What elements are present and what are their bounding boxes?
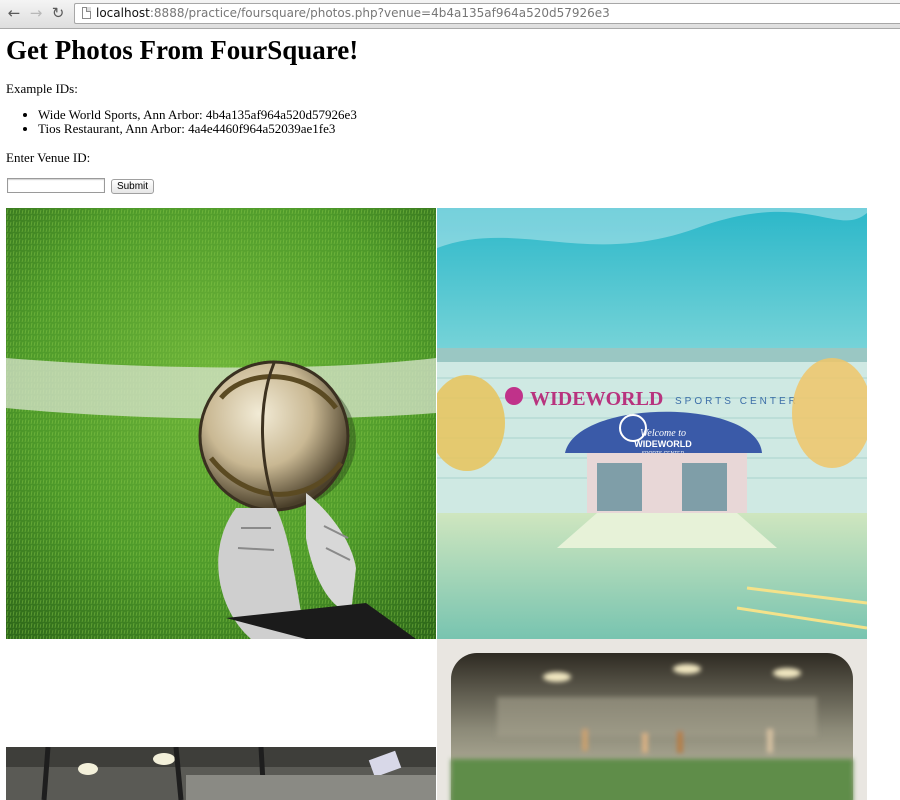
submit-button[interactable]: Submit — [111, 179, 154, 194]
photo-wideworld-building[interactable]: WIDEWORLD SPORTS CENTER Welcome to WIDEW… — [437, 208, 867, 639]
page-icon — [82, 7, 91, 19]
page-content: Get Photos From FourSquare! Example IDs:… — [6, 29, 900, 194]
photo-indoor-field-nets[interactable] — [6, 747, 436, 800]
building-sign-sub: SPORTS CENTER — [675, 396, 799, 407]
list-item: Tios Restaurant, Ann Arbor: 4a4e4460f964… — [38, 122, 357, 136]
example-ids-list: Wide World Sports, Ann Arbor: 4b4a135af9… — [6, 108, 357, 136]
browser-toolbar: ← → ↻ localhost:8888/practice/foursquare… — [0, 0, 900, 29]
forward-arrow-icon[interactable]: → — [28, 5, 44, 21]
venue-id-input[interactable] — [7, 178, 105, 193]
photo-soccer-ball[interactable] — [6, 208, 436, 639]
address-bar[interactable]: localhost:8888/practice/foursquare/photo… — [74, 3, 900, 24]
venue-id-label: Enter Venue ID: — [6, 150, 91, 165]
awning-text-name: WIDEWORLD — [634, 439, 692, 449]
photo-indoor-field-blurred[interactable] — [437, 639, 867, 800]
examples-label: Example IDs: — [6, 81, 78, 96]
reload-icon[interactable]: ↻ — [50, 5, 66, 21]
page-title: Get Photos From FourSquare! — [6, 35, 359, 65]
list-item: Wide World Sports, Ann Arbor: 4b4a135af9… — [38, 108, 357, 122]
building-sign: WIDEWORLD — [530, 388, 663, 410]
back-arrow-icon[interactable]: ← — [6, 5, 22, 21]
url-text: localhost:8888/practice/foursquare/photo… — [96, 6, 610, 20]
